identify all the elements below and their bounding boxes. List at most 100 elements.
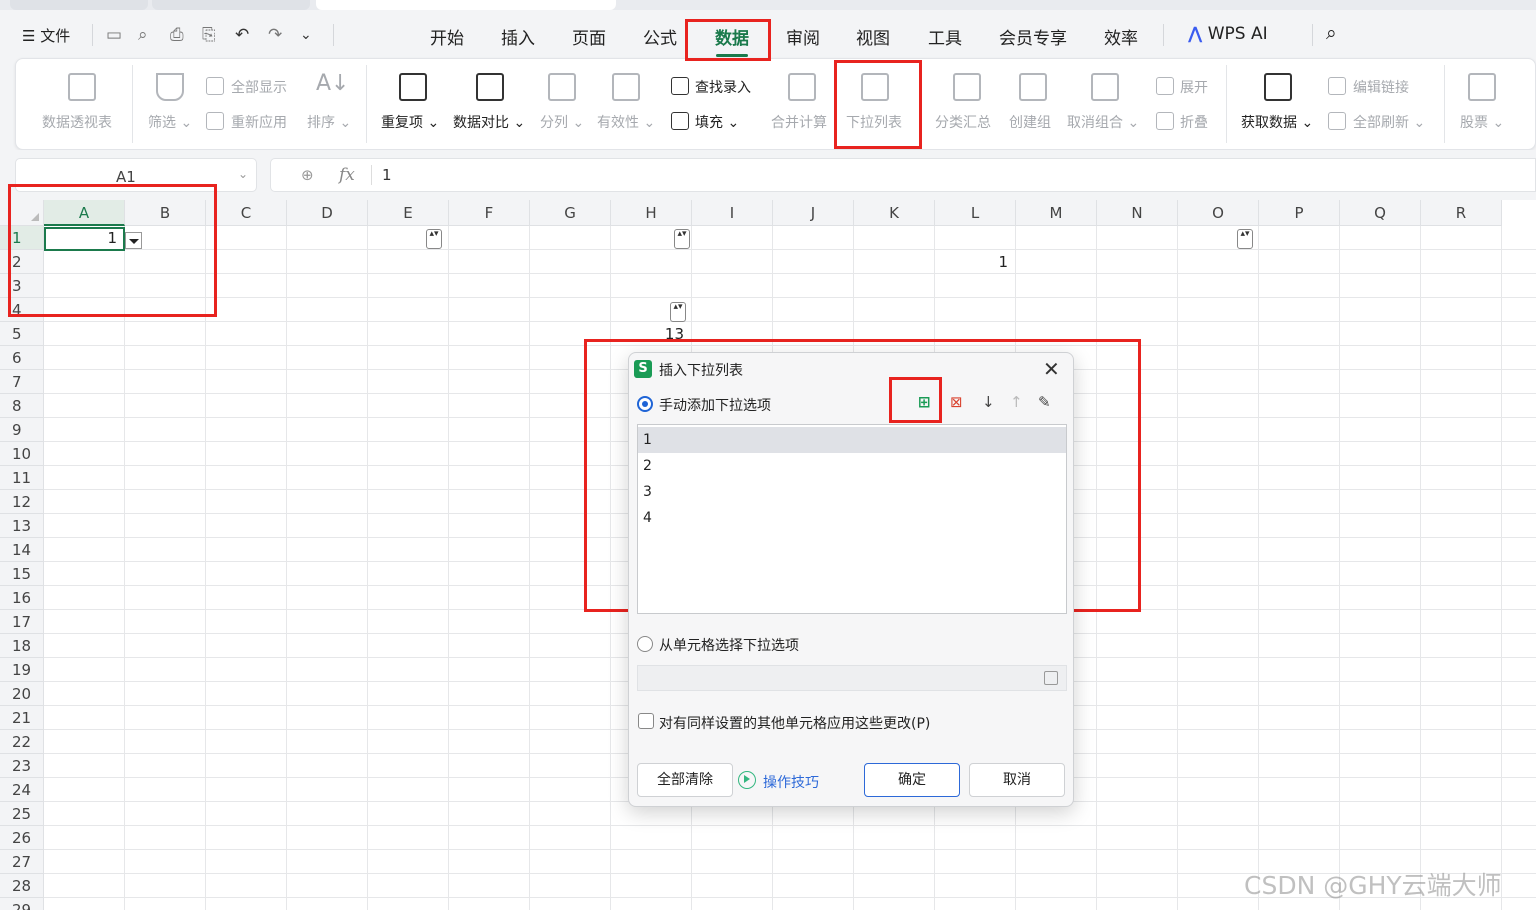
split-column-button[interactable]: 分列 ⌄: [540, 112, 584, 132]
column-header[interactable]: Q: [1340, 200, 1421, 226]
fill-button[interactable]: 填充 ⌄: [695, 112, 739, 132]
ungroup-button[interactable]: 取消组合 ⌄: [1067, 112, 1139, 132]
cell-range-input[interactable]: [637, 665, 1067, 691]
move-up-icon[interactable]: ↑: [1010, 393, 1023, 411]
tab-page[interactable]: 页面: [572, 24, 606, 49]
column-header[interactable]: G: [530, 200, 611, 226]
tab-efficiency[interactable]: 效率: [1104, 24, 1138, 49]
list-item[interactable]: 2: [638, 453, 1066, 479]
row-header[interactable]: 10: [0, 442, 44, 466]
from-cells-option-radio[interactable]: [637, 636, 653, 652]
find-entry-button[interactable]: 查找录入: [695, 77, 751, 97]
ok-button[interactable]: 确定: [864, 763, 960, 797]
fx-icon[interactable]: fx: [339, 165, 355, 185]
column-header[interactable]: E: [368, 200, 449, 226]
row-header[interactable]: 14: [0, 538, 44, 562]
row-header[interactable]: 22: [0, 730, 44, 754]
spinner-control-icon[interactable]: ▴▾: [670, 302, 686, 322]
column-header[interactable]: D: [287, 200, 368, 226]
from-cells-option-label[interactable]: 从单元格选择下拉选项: [659, 635, 799, 655]
formula-value[interactable]: 1: [382, 166, 392, 184]
column-header[interactable]: O: [1178, 200, 1259, 226]
cancel-button[interactable]: 取消: [969, 763, 1065, 797]
print-preview-icon[interactable]: ⎘: [202, 25, 216, 45]
validity-button[interactable]: 有效性 ⌄: [597, 112, 655, 132]
row-header[interactable]: 23: [0, 754, 44, 778]
cell-l2[interactable]: 1: [935, 253, 1008, 271]
row-header[interactable]: 20: [0, 682, 44, 706]
data-compare-button[interactable]: 数据对比 ⌄: [453, 112, 525, 132]
edit-item-icon[interactable]: ✎: [1038, 393, 1051, 411]
delete-item-icon[interactable]: ⊠: [950, 393, 963, 411]
column-header[interactable]: P: [1259, 200, 1340, 226]
print-icon[interactable]: ⎙: [170, 25, 184, 45]
spinner-control-icon[interactable]: ▴▾: [426, 229, 442, 249]
column-header[interactable]: L: [935, 200, 1016, 226]
row-header[interactable]: 15: [0, 562, 44, 586]
row-header[interactable]: 28: [0, 874, 44, 898]
zoom-icon[interactable]: ⊕: [301, 166, 314, 184]
undo-icon[interactable]: ↶: [235, 25, 249, 45]
row-header[interactable]: 5: [0, 322, 44, 346]
column-header[interactable]: N: [1097, 200, 1178, 226]
range-picker-icon[interactable]: [1044, 671, 1058, 685]
file-menu[interactable]: ☰ 文件: [22, 25, 70, 46]
column-header[interactable]: M: [1016, 200, 1097, 226]
clear-all-button[interactable]: 全部清除: [637, 763, 733, 797]
play-tips-icon[interactable]: [738, 771, 756, 789]
list-item[interactable]: 3: [638, 479, 1066, 505]
save-icon[interactable]: ▭: [106, 25, 122, 45]
stocks-button[interactable]: 股票 ⌄: [1460, 112, 1504, 132]
move-down-icon[interactable]: ↓: [982, 393, 995, 411]
row-header[interactable]: 7: [0, 370, 44, 394]
document-tab-active[interactable]: [316, 0, 616, 10]
row-header[interactable]: 17: [0, 610, 44, 634]
search-icon[interactable]: ⌕: [1326, 22, 1337, 44]
wps-ai-button[interactable]: ⋀ WPS AI: [1188, 24, 1268, 44]
row-header[interactable]: 11: [0, 466, 44, 490]
apply-all-checkbox[interactable]: [638, 713, 654, 729]
row-header[interactable]: 19: [0, 658, 44, 682]
row-header[interactable]: 13: [0, 514, 44, 538]
column-header[interactable]: R: [1421, 200, 1502, 226]
document-tab[interactable]: [152, 0, 310, 10]
expand-button[interactable]: 展开: [1180, 77, 1208, 97]
operation-tips-link[interactable]: 操作技巧: [763, 772, 819, 792]
duplicates-button[interactable]: 重复项 ⌄: [381, 112, 439, 132]
row-header[interactable]: 6: [0, 346, 44, 370]
sort-button[interactable]: 排序 ⌄: [307, 112, 351, 132]
pivot-table-button[interactable]: 数据透视表: [42, 112, 112, 132]
tab-formula[interactable]: 公式: [643, 24, 677, 49]
row-header[interactable]: 9: [0, 418, 44, 442]
get-data-button[interactable]: 获取数据 ⌄: [1241, 112, 1313, 132]
spinner-control-icon[interactable]: ▴▾: [1237, 229, 1253, 249]
consolidate-button[interactable]: 合并计算: [771, 112, 827, 132]
tab-start[interactable]: 开始: [430, 24, 464, 49]
document-tab[interactable]: [10, 0, 148, 10]
filter-button[interactable]: 筛选 ⌄: [148, 112, 192, 132]
row-header[interactable]: 24: [0, 778, 44, 802]
edit-links-button[interactable]: 编辑链接: [1353, 77, 1409, 97]
list-item[interactable]: 4: [638, 505, 1066, 531]
row-header[interactable]: 26: [0, 826, 44, 850]
apply-all-label[interactable]: 对有同样设置的其他单元格应用这些更改(P): [659, 713, 930, 733]
create-group-button[interactable]: 创建组: [1009, 112, 1051, 132]
column-header[interactable]: C: [206, 200, 287, 226]
tab-insert[interactable]: 插入: [501, 24, 535, 49]
tab-tools[interactable]: 工具: [928, 24, 962, 49]
share-icon[interactable]: ⌕: [138, 25, 148, 45]
row-header[interactable]: 16: [0, 586, 44, 610]
tab-review[interactable]: 审阅: [786, 24, 820, 49]
chevron-down-icon[interactable]: ⌄: [238, 167, 248, 181]
row-header[interactable]: 27: [0, 850, 44, 874]
formula-bar[interactable]: ⊕ fx 1: [270, 158, 1536, 192]
row-header[interactable]: 8: [0, 394, 44, 418]
column-header[interactable]: F: [449, 200, 530, 226]
row-header[interactable]: 21: [0, 706, 44, 730]
row-header[interactable]: 25: [0, 802, 44, 826]
close-icon[interactable]: ✕: [1043, 357, 1060, 381]
row-header[interactable]: 18: [0, 634, 44, 658]
column-header[interactable]: J: [773, 200, 854, 226]
dropdown-items-list[interactable]: 1 2 3 4: [637, 424, 1067, 614]
column-header[interactable]: I: [692, 200, 773, 226]
